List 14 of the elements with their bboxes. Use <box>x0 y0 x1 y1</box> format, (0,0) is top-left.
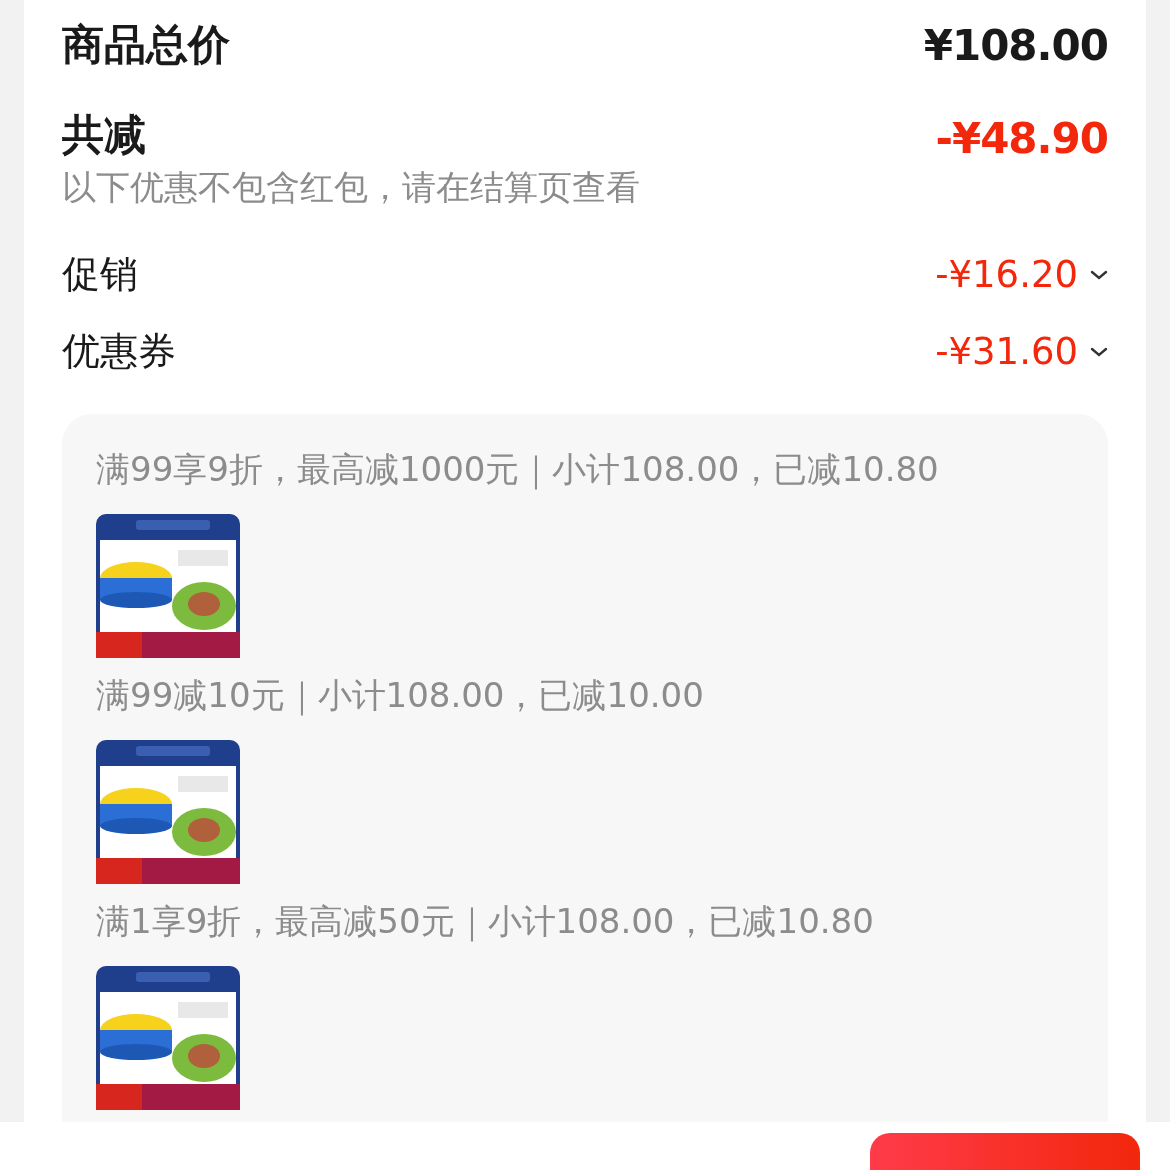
discount-amount: -¥16.20 <box>935 253 1078 297</box>
discount-note: 以下优惠不包含红包，请在结算页查看 <box>62 165 641 209</box>
chevron-down-icon[interactable] <box>1090 269 1108 280</box>
discount-label: 共减 <box>62 108 146 161</box>
total-price: ¥108.00 <box>923 20 1108 70</box>
discount-type-label: 优惠券 <box>62 328 176 376</box>
promotion-text: 满99减10元｜小计108.00，已减10.00 <box>96 674 705 718</box>
discount-type-label: 促销 <box>62 251 138 299</box>
promotion-text: 满1享9折，最高减50元｜小计108.00，已减10.80 <box>96 900 875 944</box>
discount-amount: -¥31.60 <box>935 330 1078 374</box>
promotion-text: 满99享9折，最高减1000元｜小计108.00，已减10.80 <box>96 448 940 492</box>
discount-total: -¥48.90 <box>935 113 1108 163</box>
total-label: 商品总价 <box>62 19 230 72</box>
chevron-down-icon[interactable] <box>1090 346 1108 357</box>
